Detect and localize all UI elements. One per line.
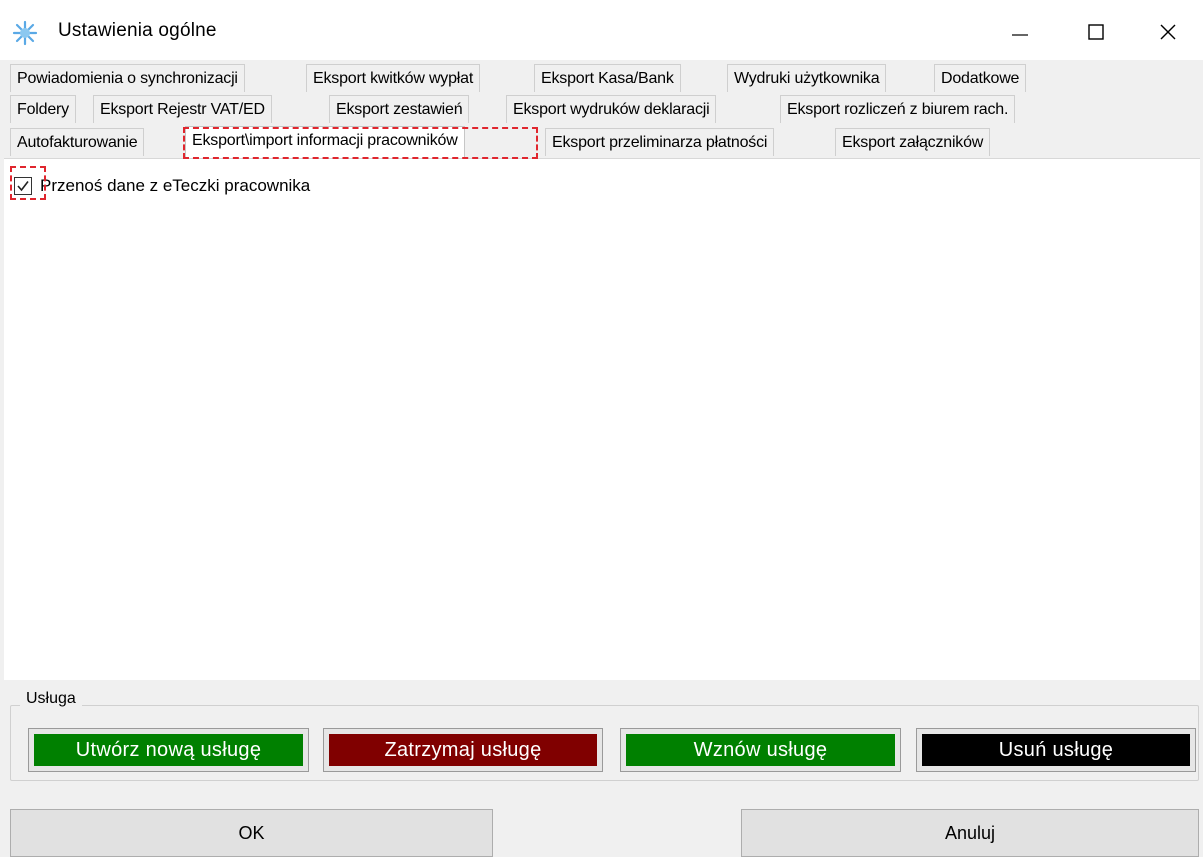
checkmark-icon: [17, 181, 29, 192]
tab-autofakturowanie[interactable]: Autofakturowanie: [10, 128, 145, 156]
resume-service-label: Wznów usługę: [626, 734, 895, 766]
tab-eksport-wydrukow-deklaracji[interactable]: Eksport wydruków deklaracji: [506, 95, 717, 123]
service-group-legend: Usługa: [20, 690, 82, 708]
maximize-button[interactable]: [1066, 10, 1126, 54]
tab-eksport-kwitkow[interactable]: Eksport kwitków wypłat: [306, 64, 481, 92]
tab-eksport-przeliminarza[interactable]: Eksport przeliminarza płatności: [545, 128, 775, 156]
eteczka-checkbox-label: Przenoś dane z eTeczki pracownika: [40, 176, 311, 195]
snowflake-icon: [12, 20, 38, 46]
title-bar: Ustawienia ogólne: [0, 0, 1203, 60]
tab-eksport-zestawien[interactable]: Eksport zestawień: [329, 95, 470, 123]
tab-eksport-import-pracownikow[interactable]: Eksport\import informacji pracowników: [185, 126, 465, 158]
tab-eksport-zalacznikow[interactable]: Eksport załączników: [835, 128, 991, 156]
stop-service-button[interactable]: Zatrzymaj usługę: [323, 728, 603, 772]
eteczka-checkbox[interactable]: [14, 177, 32, 195]
eteczka-option[interactable]: Przenoś dane z eTeczki pracownika: [14, 172, 310, 200]
stop-service-label: Zatrzymaj usługę: [329, 734, 597, 766]
minimize-button[interactable]: [990, 10, 1050, 54]
tab-powiadomienia[interactable]: Powiadomienia o synchronizacji: [10, 64, 245, 92]
close-button[interactable]: [1138, 10, 1198, 54]
window-title: Ustawienia ogólne: [58, 20, 217, 41]
create-service-label: Utwórz nową usługę: [34, 734, 303, 766]
minimize-icon: [1012, 34, 1028, 36]
close-icon: [1160, 24, 1176, 40]
ok-button[interactable]: OK: [10, 809, 493, 857]
tab-eksport-kasa-bank[interactable]: Eksport Kasa/Bank: [534, 64, 681, 92]
create-service-button[interactable]: Utwórz nową usługę: [28, 728, 309, 772]
tab-wydruki-uzytkownika[interactable]: Wydruki użytkownika: [727, 64, 887, 92]
cancel-button[interactable]: Anuluj: [741, 809, 1199, 857]
tab-content-panel: [4, 158, 1200, 680]
delete-service-button[interactable]: Usuń usługę: [916, 728, 1196, 772]
delete-service-label: Usuń usługę: [922, 734, 1190, 766]
tab-eksport-rozliczen[interactable]: Eksport rozliczeń z biurem rach.: [780, 95, 1016, 123]
tab-foldery[interactable]: Foldery: [10, 95, 76, 123]
maximize-icon: [1088, 24, 1104, 40]
tab-eksport-rejestr-vat[interactable]: Eksport Rejestr VAT/ED: [93, 95, 272, 123]
tab-dodatkowe[interactable]: Dodatkowe: [934, 64, 1027, 92]
resume-service-button[interactable]: Wznów usługę: [620, 728, 901, 772]
